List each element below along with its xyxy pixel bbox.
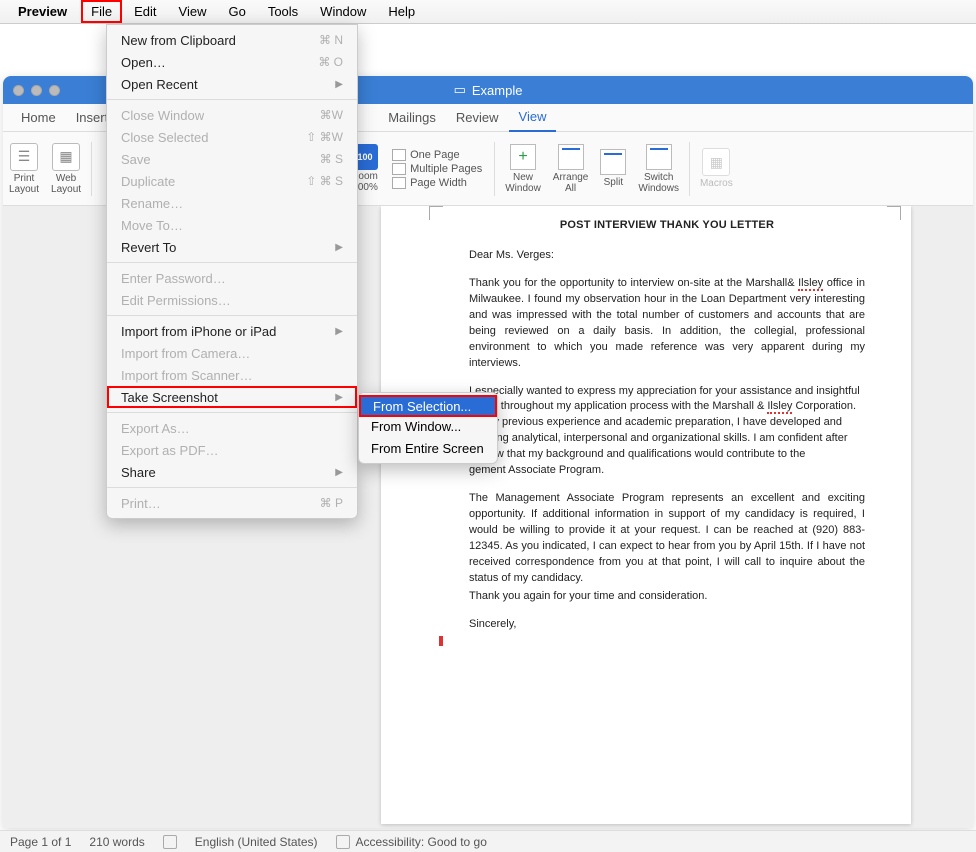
menu-view[interactable]: View	[175, 2, 211, 21]
menu-move-to: Move To…	[107, 214, 357, 236]
menu-import-scanner: Import from Scanner…	[107, 364, 357, 386]
menu-open-recent[interactable]: Open Recent▶	[107, 73, 357, 95]
submenu-from-entire[interactable]: From Entire Screen	[359, 437, 497, 459]
menu-close-window: Close Window⌘W	[107, 104, 357, 126]
document-page[interactable]: POST INTERVIEW THANK YOU LETTER Dear Ms.…	[381, 206, 911, 824]
menu-file[interactable]: File	[81, 0, 122, 23]
print-layout-button[interactable]: ☰Print Layout	[3, 139, 45, 199]
menu-open[interactable]: Open…⌘ O	[107, 51, 357, 73]
crop-mark-icon	[887, 206, 901, 220]
paragraph-1: Thank you for the opportunity to intervi…	[469, 276, 865, 372]
menu-export-pdf: Export as PDF…	[107, 439, 357, 461]
status-words[interactable]: 210 words	[89, 835, 144, 849]
menu-save: Save⌘ S	[107, 148, 357, 170]
menu-revert-to[interactable]: Revert To▶	[107, 236, 357, 258]
status-spellcheck-icon[interactable]	[163, 835, 177, 849]
switch-windows-button[interactable]: Switch Windows	[632, 140, 685, 198]
tab-review[interactable]: Review	[446, 104, 509, 131]
text-cursor-icon	[439, 636, 443, 646]
window-title-text: Example	[472, 83, 523, 98]
menu-print: Print…⌘ P	[107, 492, 357, 514]
menu-take-screenshot[interactable]: Take Screenshot▶	[107, 386, 357, 408]
web-layout-button[interactable]: ▦Web Layout	[45, 139, 87, 199]
traffic-lights[interactable]	[3, 85, 60, 96]
arrange-all-button[interactable]: Arrange All	[547, 140, 595, 198]
menu-edit-permissions: Edit Permissions…	[107, 289, 357, 311]
menu-import-camera: Import from Camera…	[107, 342, 357, 364]
menu-share[interactable]: Share▶	[107, 461, 357, 483]
status-bar: Page 1 of 1 210 words English (United St…	[0, 830, 976, 852]
system-menubar: Preview File Edit View Go Tools Window H…	[0, 0, 976, 24]
menu-duplicate: Duplicate⇧ ⌘ S	[107, 170, 357, 192]
app-name[interactable]: Preview	[18, 4, 67, 19]
menu-new-from-clipboard[interactable]: New from Clipboard⌘ N	[107, 29, 357, 51]
submenu-from-selection[interactable]: From Selection...	[359, 395, 497, 417]
menu-help[interactable]: Help	[384, 2, 419, 21]
menu-go[interactable]: Go	[224, 2, 249, 21]
closing: Sincerely,	[469, 617, 865, 633]
menu-export-as: Export As…	[107, 417, 357, 439]
new-window-button[interactable]: +New Window	[499, 140, 547, 198]
paragraph-2: I especially wanted to express my apprec…	[469, 384, 865, 480]
menu-rename: Rename…	[107, 192, 357, 214]
window-title: ▭ Example	[454, 82, 523, 98]
file-dropdown: New from Clipboard⌘ N Open…⌘ O Open Rece…	[106, 24, 358, 519]
paragraph-3: The Management Associate Program represe…	[469, 491, 865, 587]
page-view-stack: One Page Multiple Pages Page Width	[384, 149, 490, 189]
chevron-right-icon: ▶	[335, 467, 343, 478]
split-button[interactable]: Split	[594, 145, 632, 192]
tab-home[interactable]: Home	[11, 104, 66, 131]
doc-title: POST INTERVIEW THANK YOU LETTER	[469, 218, 865, 234]
chevron-right-icon: ▶	[335, 392, 343, 403]
menu-tools[interactable]: Tools	[264, 2, 302, 21]
page-width-button[interactable]: Page Width	[392, 177, 482, 189]
status-accessibility[interactable]: Accessibility: Good to go	[336, 835, 487, 849]
salutation: Dear Ms. Verges:	[469, 248, 865, 264]
chevron-right-icon: ▶	[335, 79, 343, 90]
status-language[interactable]: English (United States)	[195, 835, 318, 849]
menu-close-selected: Close Selected⇧ ⌘W	[107, 126, 357, 148]
macros-button[interactable]: ▦Macros	[694, 144, 739, 193]
chevron-right-icon: ▶	[335, 326, 343, 337]
chevron-right-icon: ▶	[335, 242, 343, 253]
document-icon: ▭	[454, 82, 466, 98]
crop-mark-icon	[429, 206, 443, 220]
one-page-button[interactable]: One Page	[392, 149, 482, 161]
menu-import-iphone[interactable]: Import from iPhone or iPad▶	[107, 320, 357, 342]
menu-enter-password: Enter Password…	[107, 267, 357, 289]
tab-mailings[interactable]: Mailings	[378, 104, 446, 131]
paragraph-4: Thank you again for your time and consid…	[469, 589, 865, 605]
screenshot-submenu: From Selection... From Window... From En…	[358, 392, 498, 464]
submenu-from-window[interactable]: From Window...	[359, 415, 497, 437]
menu-window[interactable]: Window	[316, 2, 370, 21]
menu-edit[interactable]: Edit	[130, 2, 160, 21]
tab-view[interactable]: View	[509, 103, 557, 132]
multiple-pages-button[interactable]: Multiple Pages	[392, 163, 482, 175]
status-page[interactable]: Page 1 of 1	[10, 835, 71, 849]
